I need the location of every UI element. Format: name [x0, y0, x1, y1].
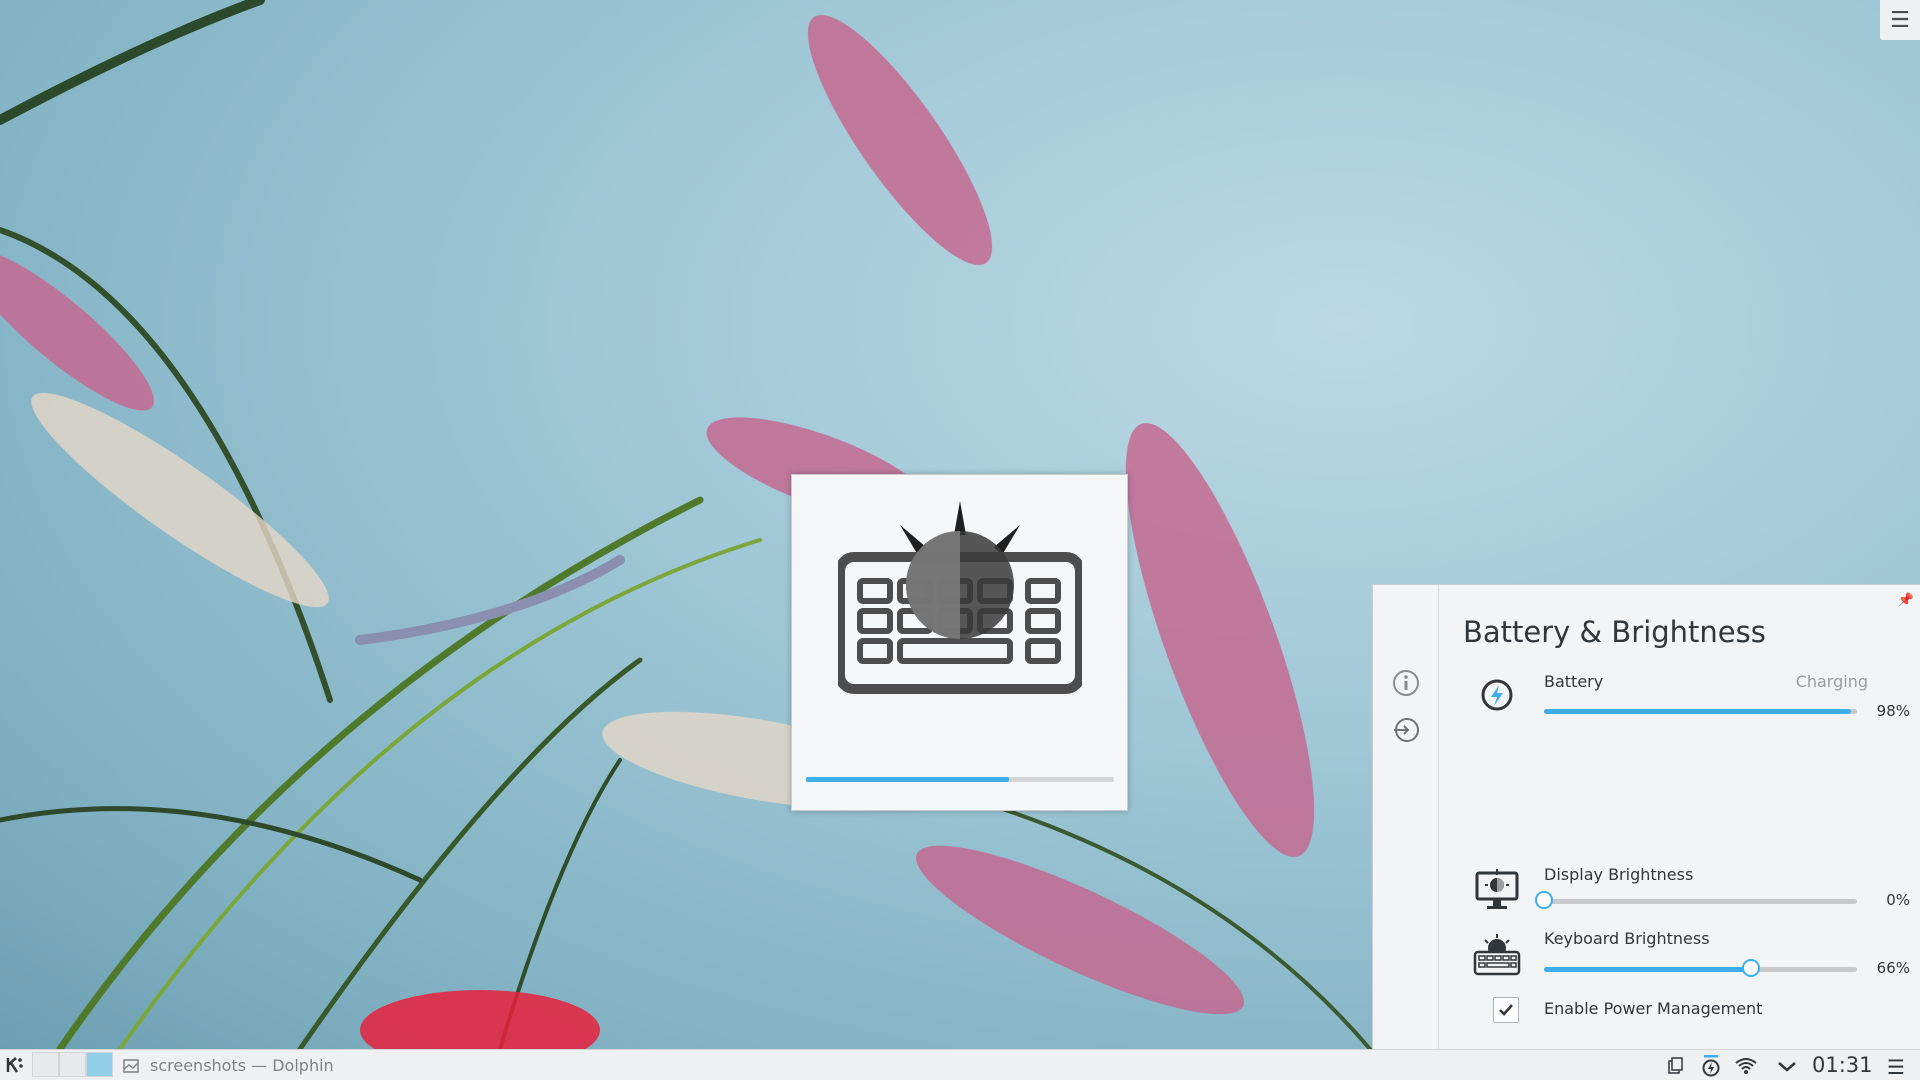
battery-label: Battery [1544, 672, 1604, 691]
application-launcher-icon[interactable] [4, 1054, 26, 1076]
battery-level-bar [1544, 709, 1857, 714]
display-brightness-percent: 0% [1886, 891, 1910, 909]
hamburger-icon: ☰ [1890, 7, 1910, 33]
pager-desktop-2[interactable] [59, 1052, 86, 1077]
task-dolphin[interactable]: screenshots — Dolphin [122, 1050, 334, 1081]
battery-status: Charging [1795, 672, 1868, 691]
keyboard-brightness-percent: 66% [1876, 959, 1910, 977]
power-management-checkbox[interactable] [1493, 997, 1519, 1023]
wifi-icon[interactable] [1735, 1055, 1757, 1077]
keyboard-brightness-fill [1544, 967, 1751, 972]
battery-percent: 98% [1876, 702, 1910, 720]
display-brightness-handle[interactable] [1535, 891, 1553, 909]
pager-desktop-3[interactable] [86, 1052, 113, 1077]
task-label: screenshots — Dolphin [150, 1056, 334, 1075]
display-brightness-icon [1475, 869, 1519, 909]
keyboard-brightness-handle[interactable] [1741, 959, 1760, 977]
battery-charging-icon [1481, 679, 1513, 711]
battery-icon[interactable] [1700, 1055, 1722, 1077]
popup-title: Battery & Brightness [1463, 615, 1766, 649]
virtual-desktop-pager [32, 1052, 113, 1079]
taskbar-panel: screenshots — Dolphin 01:31 ☰ [0, 1049, 1920, 1080]
osd-progress-bar [806, 777, 1114, 782]
keyboard-brightness-slider[interactable] [1544, 959, 1857, 977]
power-profile-icon[interactable] [1392, 716, 1420, 744]
osd-progress-fill [806, 777, 1010, 782]
display-brightness-label: Display Brightness [1544, 865, 1694, 884]
checkmark-icon [1499, 1004, 1513, 1016]
popup-sidebar [1373, 585, 1439, 1049]
power-management-label[interactable]: Enable Power Management [1544, 999, 1762, 1018]
keyboard-brightness-small-icon [1473, 934, 1521, 976]
panel-menu-icon[interactable]: ☰ [1887, 1055, 1905, 1079]
digital-clock[interactable]: 01:31 [1812, 1053, 1873, 1077]
pager-desktop-1[interactable] [32, 1052, 59, 1077]
brightness-osd [791, 474, 1128, 811]
expand-tray-icon[interactable] [1776, 1055, 1798, 1077]
info-icon[interactable] [1392, 669, 1420, 697]
keyboard-brightness-icon [838, 501, 1082, 694]
keyboard-brightness-label: Keyboard Brightness [1544, 929, 1710, 948]
battery-brightness-popup: 📌 Battery & Brightness Battery Charging … [1372, 584, 1920, 1049]
clipboard-icon[interactable] [1664, 1055, 1686, 1077]
pin-icon[interactable]: 📌 [1898, 593, 1914, 608]
folder-icon [123, 1058, 139, 1073]
display-brightness-slider[interactable] [1535, 891, 1857, 909]
battery-level-fill [1544, 709, 1851, 714]
desktop-toolbox-button[interactable]: ☰ [1880, 0, 1920, 40]
